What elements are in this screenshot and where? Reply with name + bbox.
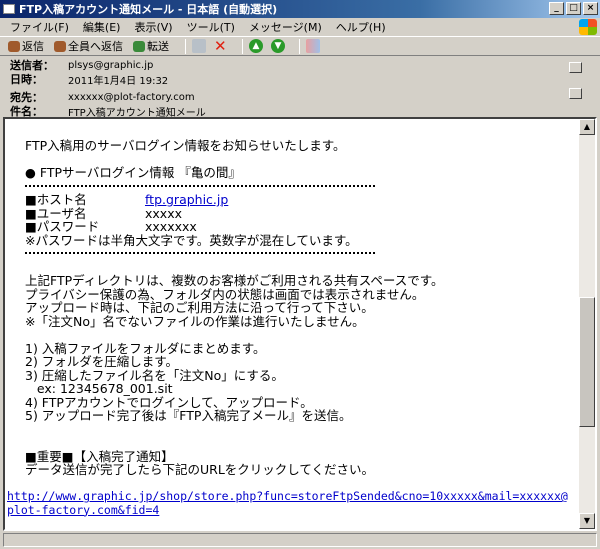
menu-view[interactable]: 表示(V)	[134, 19, 172, 35]
to-value: xxxxxx@plot-factory.com	[68, 91, 195, 103]
mail-icon	[3, 4, 15, 14]
address-book-icon[interactable]	[306, 39, 320, 53]
minimize-button[interactable]: _	[549, 2, 564, 15]
reply-all-icon	[54, 40, 66, 52]
menu-tools[interactable]: ツール(T)	[187, 19, 235, 35]
scroll-down-button[interactable]: ▼	[579, 513, 595, 529]
from-value: plsys@graphic.jp	[68, 59, 154, 71]
step-line: 3) 圧縮したファイル名を「注文No」にする。	[25, 367, 284, 383]
password-value: xxxxxxx	[145, 219, 197, 234]
date-value: 2011年1月4日 19:32	[68, 75, 169, 87]
reply-icon	[8, 40, 20, 52]
date-label: 日時：	[10, 73, 43, 86]
vertical-scrollbar[interactable]: ▲ ▼	[579, 119, 595, 529]
password-note: ※パスワードは半角大文字です。英数字が混在しています。	[25, 232, 358, 248]
step-line: ex: 12345678_001.sit	[25, 381, 173, 396]
windows-logo-icon	[579, 19, 597, 35]
password-label: ■パスワード	[25, 219, 100, 234]
next-icon[interactable]: ▼	[271, 39, 285, 53]
menu-bar: ファイル(F) 編集(E) 表示(V) ツール(T) メッセージ(M) ヘルプ(…	[0, 18, 600, 37]
username-label: ■ユーザ名	[25, 205, 87, 221]
important-text: データ送信が完了したら下記のURLをクリックしてください。	[25, 462, 375, 477]
maximize-button[interactable]: □	[566, 2, 581, 15]
step-line: 2) フォルダを圧縮します。	[25, 354, 179, 369]
para-line: アップロード時は、下記のご利用方法に沿って行って下さい。	[25, 300, 374, 315]
forward-icon	[133, 40, 145, 52]
step-line: 4) FTPアカウントでログインして、アップロード。	[25, 394, 313, 410]
separator	[299, 38, 300, 54]
close-button[interactable]: ×	[583, 2, 598, 15]
menu-message[interactable]: メッセージ(M)	[249, 19, 322, 35]
forward-button[interactable]: 転送	[133, 38, 169, 54]
menu-help[interactable]: ヘルプ(H)	[336, 19, 386, 35]
host-label: ■ホスト名	[25, 192, 87, 207]
step-line: 1) 入稿ファイルをフォルダにまとめます。	[25, 340, 266, 356]
title-bar: FTP入稿アカウント通知メール - 日本語 (自動選択) _ □ ×	[0, 0, 600, 18]
previous-icon[interactable]: ▲	[249, 39, 263, 53]
section-heading: ● FTPサーバログイン情報 『亀の間』	[25, 165, 241, 180]
divider	[25, 180, 375, 187]
menu-file[interactable]: ファイル(F)	[10, 19, 69, 35]
completion-url-link[interactable]: http://www.graphic.jp/shop/store.php?fun…	[7, 489, 568, 517]
para-line: ※「注文No」名でないファイルの作業は進行いたしません。	[25, 313, 365, 329]
reply-all-button[interactable]: 全員へ返信	[54, 38, 123, 54]
scroll-thumb[interactable]	[579, 297, 595, 427]
separator	[242, 38, 243, 54]
step-line: 5) アップロード完了後は『FTP入稿完了メール』を送信。	[25, 408, 352, 423]
important-heading: ■重要■【入稿完了通知】	[25, 448, 174, 464]
menu-edit[interactable]: 編集(E)	[83, 19, 121, 35]
window-title: FTP入稿アカウント通知メール - 日本語 (自動選択)	[19, 3, 278, 16]
delete-icon[interactable]: ✕	[214, 39, 228, 54]
print-icon[interactable]	[192, 39, 206, 53]
separator	[185, 38, 186, 54]
para-line: 上記FTPディレクトリは、複数のお客様がご利用される共有スペースです。	[25, 273, 444, 288]
message-body: FTP入稿用のサーバログイン情報をお知らせいたします。 ● FTPサーバログイン…	[3, 117, 597, 531]
expand-to-button[interactable]	[569, 88, 582, 99]
reply-button[interactable]: 返信	[8, 38, 44, 54]
divider	[25, 247, 375, 254]
message-header: 送信者： plsys@graphic.jp 日時： 2011年1月4日 19:32 …	[10, 58, 590, 119]
scroll-up-button[interactable]: ▲	[579, 119, 595, 135]
intro-text: FTP入稿用のサーバログイン情報をお知らせいたします。	[25, 138, 346, 153]
status-bar	[3, 533, 597, 547]
expand-from-button[interactable]	[569, 62, 582, 73]
toolbar: 返信 全員へ返信 転送 ✕ ▲ ▼	[0, 37, 600, 56]
para-line: プライバシー保護の為、フォルダ内の状態は画面では表示されません。	[25, 286, 425, 302]
